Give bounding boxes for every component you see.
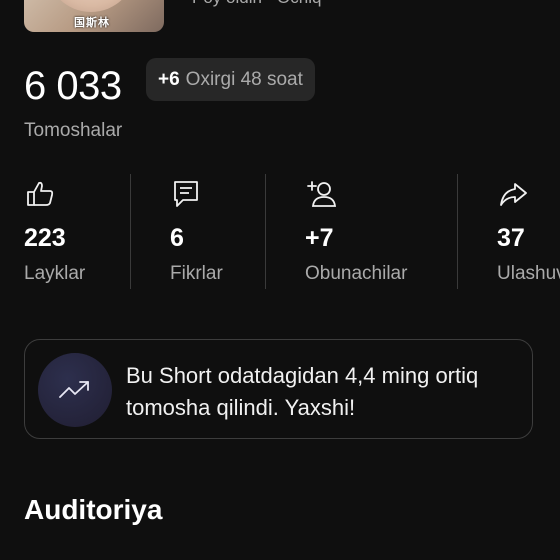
stat-shares-value: 37: [497, 224, 525, 252]
stat-subscribers-value: +7: [305, 224, 334, 252]
views-delta-value: +6: [158, 68, 180, 90]
video-meta: Poy oldin · Ochiq: [192, 0, 321, 8]
stat-likes-label: Layklar: [24, 263, 86, 284]
views-delta-period: Oxirgi 48 soat: [185, 68, 303, 90]
stat-subscribers-label: Obunachilar: [305, 263, 408, 284]
thumbnail-image: [46, 0, 136, 12]
stat-shares-label: Ulashuvlar: [497, 263, 560, 284]
comment-icon: [170, 178, 202, 210]
views-count: 6 033: [24, 64, 122, 108]
divider: [265, 174, 266, 289]
views-label: Tomoshalar: [24, 120, 123, 141]
short-analytics-page: 国斯林 Poy oldin · Ochiq 6 033 +6 Oxirgi 48…: [0, 0, 560, 560]
video-thumbnail[interactable]: 国斯林: [24, 0, 164, 32]
divider: [130, 174, 131, 289]
person-add-icon: [305, 178, 337, 210]
thumbs-up-icon: [24, 178, 56, 210]
views-delta-chip: +6 Oxirgi 48 soat: [146, 58, 315, 101]
stat-likes-value: 223: [24, 224, 66, 252]
divider: [457, 174, 458, 289]
share-icon: [497, 178, 529, 210]
stat-comments-label: Fikrlar: [170, 263, 223, 284]
trending-up-icon: [38, 353, 112, 427]
thumbnail-overlay-text: 国斯林: [74, 17, 110, 29]
insight-text: Bu Short odatdagidan 4,4 ming ortiq tomo…: [126, 363, 479, 420]
insight-card[interactable]: Bu Short odatdagidan 4,4 ming ortiq tomo…: [24, 339, 533, 439]
stat-comments-value: 6: [170, 224, 184, 252]
section-title-audience: Auditoriya: [24, 494, 163, 525]
